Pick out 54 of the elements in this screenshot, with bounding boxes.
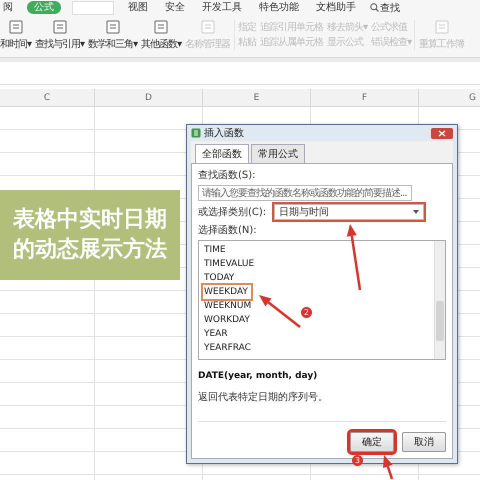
field-label: 查找函数(S):: [198, 168, 257, 182]
banner-title: 表格中实时日期的动态展示方法: [12, 206, 168, 264]
search-icon: [370, 3, 379, 12]
dialog-button[interactable]: 取消: [402, 432, 446, 452]
function-description: 返回代表特定日期的序列号。: [198, 390, 329, 404]
ribbon-button[interactable]: 和时间▾: [0, 20, 32, 50]
close-button[interactable]: [431, 128, 453, 138]
function-signature: DATE(year, month, day): [198, 371, 318, 381]
function-book-icon: [154, 20, 168, 34]
dialog-tab[interactable]: 全部函数: [195, 144, 249, 163]
ribbon-tab[interactable]: 开发工具: [199, 1, 245, 14]
function-book-icon: [200, 20, 215, 34]
column-header[interactable]: C: [0, 89, 95, 106]
column-header[interactable]: G: [419, 89, 480, 106]
dialog-button[interactable]: 确定: [350, 432, 394, 452]
annotation-arrow: [256, 293, 302, 329]
scrollbar[interactable]: [434, 241, 445, 359]
ribbon-button[interactable]: 查找与引用▾: [35, 20, 84, 50]
step-number-badge: 2: [300, 307, 312, 318]
caret-icon: [413, 210, 420, 214]
ribbon-button[interactable]: 其他函数▾: [141, 20, 182, 50]
dialog-tab[interactable]: 常用公式: [251, 144, 305, 163]
ribbon-tab[interactable]: 视图: [125, 1, 151, 14]
function-book-icon: [106, 20, 120, 34]
function-list-item[interactable]: YEAR: [203, 327, 231, 341]
field-label: 或选择类别(C):: [198, 206, 266, 219]
search-button[interactable]: 查找: [370, 0, 400, 14]
dialog-title: 插入函数: [204, 126, 245, 140]
ribbon-tab[interactable]: 阅: [0, 1, 16, 14]
ribbon-tab[interactable]: 特色功能: [256, 1, 302, 14]
scrollbar-thumb[interactable]: [436, 301, 444, 341]
annotation-arrow: [380, 454, 396, 480]
step-number-badge: 3: [352, 455, 363, 466]
function-book-icon: [8, 20, 23, 34]
close-icon: [438, 130, 446, 136]
column-header[interactable]: D: [95, 89, 203, 106]
column-header[interactable]: F: [311, 89, 419, 106]
app-logo-icon: [191, 128, 201, 138]
ribbon-tab[interactable]: 文档助手: [313, 1, 359, 14]
field-label: 选择函数(N):: [198, 224, 258, 237]
formula-bar[interactable]: [0, 58, 480, 85]
function-list-item[interactable]: WORKDAY: [203, 313, 253, 327]
function-list-item[interactable]: WEEKNUM: [203, 299, 254, 313]
function-book-icon: [434, 20, 449, 34]
column-header[interactable]: E: [203, 89, 311, 106]
ribbon-tab[interactable]: 安全: [162, 1, 188, 14]
function-list-item[interactable]: TIMEVALUE: [203, 257, 258, 271]
function-list-item[interactable]: TODAY: [203, 271, 238, 285]
category-dropdown[interactable]: 日期与时间: [274, 204, 424, 220]
function-list-item[interactable]: TIME: [203, 243, 229, 257]
function-list-item[interactable]: YEARFRAC: [203, 341, 254, 355]
search-field[interactable]: 请输入您要查找的函数名称或函数功能的简要描述...: [198, 185, 412, 201]
function-book-icon: [52, 20, 67, 34]
ribbon-button[interactable]: 数学和三角▾: [88, 20, 138, 50]
